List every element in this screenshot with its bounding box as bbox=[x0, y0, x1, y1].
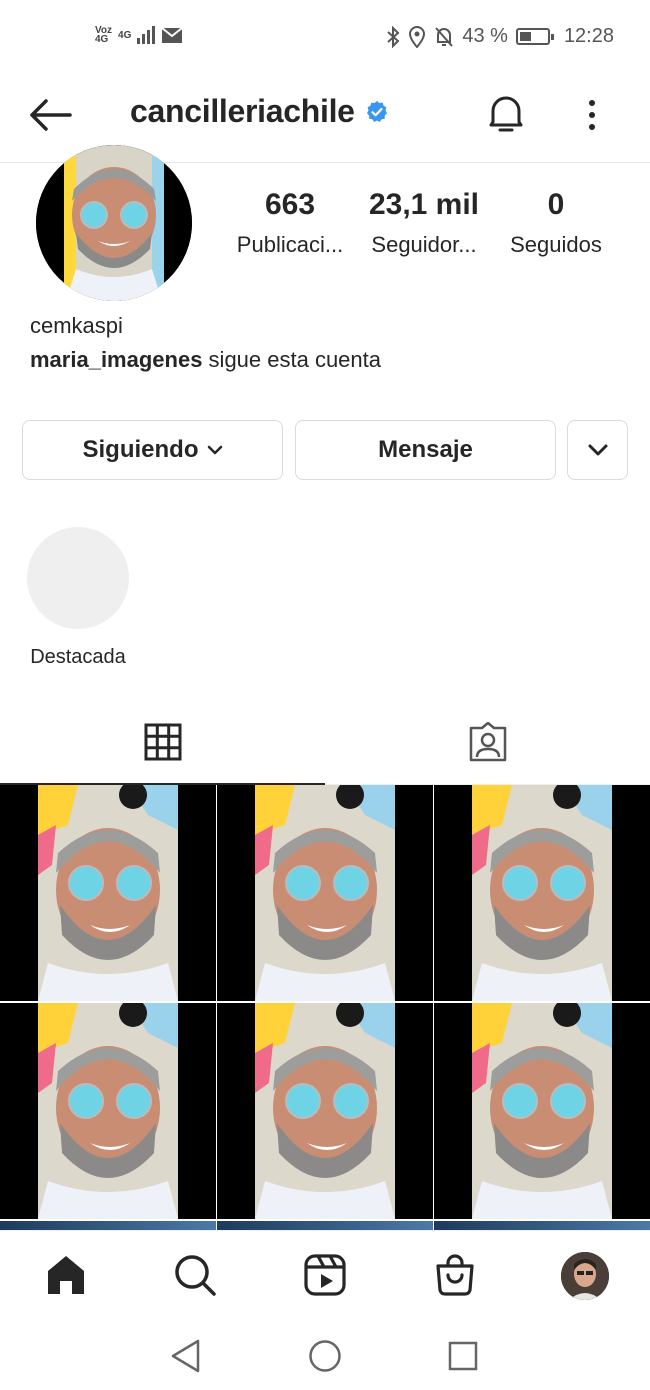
system-home-button[interactable] bbox=[305, 1336, 345, 1376]
mail-icon bbox=[161, 26, 184, 43]
following-label: Seguidos bbox=[510, 232, 602, 257]
bluetooth-icon bbox=[387, 25, 400, 48]
followed-by-text: sigue esta cuenta bbox=[202, 347, 382, 372]
post-thumbnail[interactable] bbox=[217, 1003, 433, 1219]
back-arrow-icon bbox=[30, 99, 72, 131]
post-image bbox=[38, 1003, 178, 1219]
post-image bbox=[472, 785, 612, 1001]
reels-icon bbox=[304, 1254, 346, 1296]
story-highlight[interactable]: Destacada bbox=[26, 527, 130, 669]
post-thumbnail-partial[interactable] bbox=[0, 1221, 216, 1230]
system-recents-button[interactable] bbox=[443, 1336, 483, 1376]
tab-posts-grid[interactable] bbox=[0, 700, 325, 785]
bottom-nav bbox=[0, 1230, 650, 1318]
notifications-button[interactable] bbox=[485, 92, 527, 136]
chevron-down-icon bbox=[588, 444, 607, 456]
carrier-label: Voz 4G bbox=[95, 25, 113, 45]
verified-badge-icon bbox=[366, 100, 387, 122]
stat-following[interactable]: 0 Seguidos bbox=[490, 188, 622, 258]
message-button[interactable]: Mensaje bbox=[295, 420, 556, 480]
followed-by-user: maria_imagenes bbox=[30, 347, 203, 372]
chevron-down-icon bbox=[207, 445, 222, 455]
clock: 12:28 bbox=[563, 25, 614, 47]
followers-label: Seguidor... bbox=[371, 232, 477, 257]
profile-photo bbox=[36, 145, 192, 301]
triangle-back-icon bbox=[171, 1339, 200, 1373]
grid-icon bbox=[144, 723, 181, 760]
nav-search[interactable] bbox=[171, 1251, 219, 1299]
highlight-cover bbox=[27, 527, 129, 629]
profile-tabs bbox=[0, 700, 650, 785]
post-image bbox=[255, 785, 395, 1001]
user-avatar bbox=[561, 1252, 609, 1300]
more-vertical-icon bbox=[589, 100, 595, 130]
more-options-button[interactable] bbox=[578, 93, 606, 137]
message-label: Mensaje bbox=[378, 436, 473, 463]
profile-stats: 663 Publicaci... 23,1 mil Seguidor... 0 … bbox=[222, 188, 622, 258]
square-recents-icon bbox=[448, 1341, 478, 1371]
mute-bell-icon bbox=[435, 26, 454, 47]
following-button[interactable]: Siguiendo bbox=[22, 420, 283, 480]
suggested-accounts-button[interactable] bbox=[567, 420, 628, 480]
post-image bbox=[472, 1003, 612, 1219]
post-thumbnail[interactable] bbox=[0, 785, 216, 1001]
post-thumbnail[interactable] bbox=[434, 1003, 650, 1219]
bio-name: cemkaspi bbox=[30, 313, 123, 338]
back-button[interactable] bbox=[28, 95, 72, 135]
tagged-icon bbox=[469, 722, 506, 762]
following-label: Siguiendo bbox=[82, 436, 199, 463]
signal-icon bbox=[137, 26, 156, 44]
system-back-button[interactable] bbox=[166, 1336, 206, 1376]
nav-home[interactable] bbox=[42, 1251, 90, 1299]
followers-count: 23,1 mil bbox=[368, 188, 480, 221]
status-bar: Voz 4G 4G 43 % 12:28 bbox=[0, 0, 650, 75]
tab-tagged[interactable] bbox=[325, 700, 650, 785]
following-count: 0 bbox=[547, 188, 565, 221]
status-left: Voz 4G 4G bbox=[95, 25, 184, 45]
header-title-wrap: cancilleriachile bbox=[130, 93, 389, 130]
post-image bbox=[255, 1003, 395, 1219]
shop-icon bbox=[436, 1254, 474, 1296]
post-thumbnail[interactable] bbox=[0, 1003, 216, 1219]
post-thumbnail-partial[interactable] bbox=[217, 1221, 433, 1230]
search-icon bbox=[175, 1255, 216, 1296]
battery-percent: 43 % bbox=[462, 25, 508, 47]
network-label: 4G bbox=[118, 29, 132, 41]
circle-home-icon bbox=[309, 1340, 341, 1372]
status-right: 43 % 12:28 bbox=[386, 25, 614, 48]
system-nav-bar bbox=[0, 1318, 650, 1390]
nav-shop[interactable] bbox=[431, 1251, 479, 1299]
location-icon bbox=[409, 25, 426, 48]
highlight-label: Destacada bbox=[30, 646, 126, 668]
post-image bbox=[38, 785, 178, 1001]
posts-count: 663 bbox=[264, 188, 316, 221]
post-thumbnail[interactable] bbox=[217, 785, 433, 1001]
followed-by-line[interactable]: maria_imagenes sigue esta cuenta bbox=[30, 347, 381, 373]
battery-icon bbox=[515, 28, 554, 45]
stat-followers[interactable]: 23,1 mil Seguidor... bbox=[358, 188, 490, 258]
posts-label: Publicaci... bbox=[236, 232, 344, 257]
post-thumbnail-partial[interactable] bbox=[434, 1221, 650, 1230]
post-thumbnail[interactable] bbox=[434, 785, 650, 1001]
home-icon bbox=[48, 1256, 84, 1294]
posts-grid bbox=[0, 785, 650, 1230]
bell-icon bbox=[489, 96, 523, 132]
profile-avatar[interactable] bbox=[36, 145, 192, 301]
nav-reels[interactable] bbox=[301, 1251, 349, 1299]
page-title: cancilleriachile bbox=[130, 93, 355, 129]
stat-posts[interactable]: 663 Publicaci... bbox=[222, 188, 358, 258]
nav-profile-avatar[interactable] bbox=[561, 1252, 609, 1300]
